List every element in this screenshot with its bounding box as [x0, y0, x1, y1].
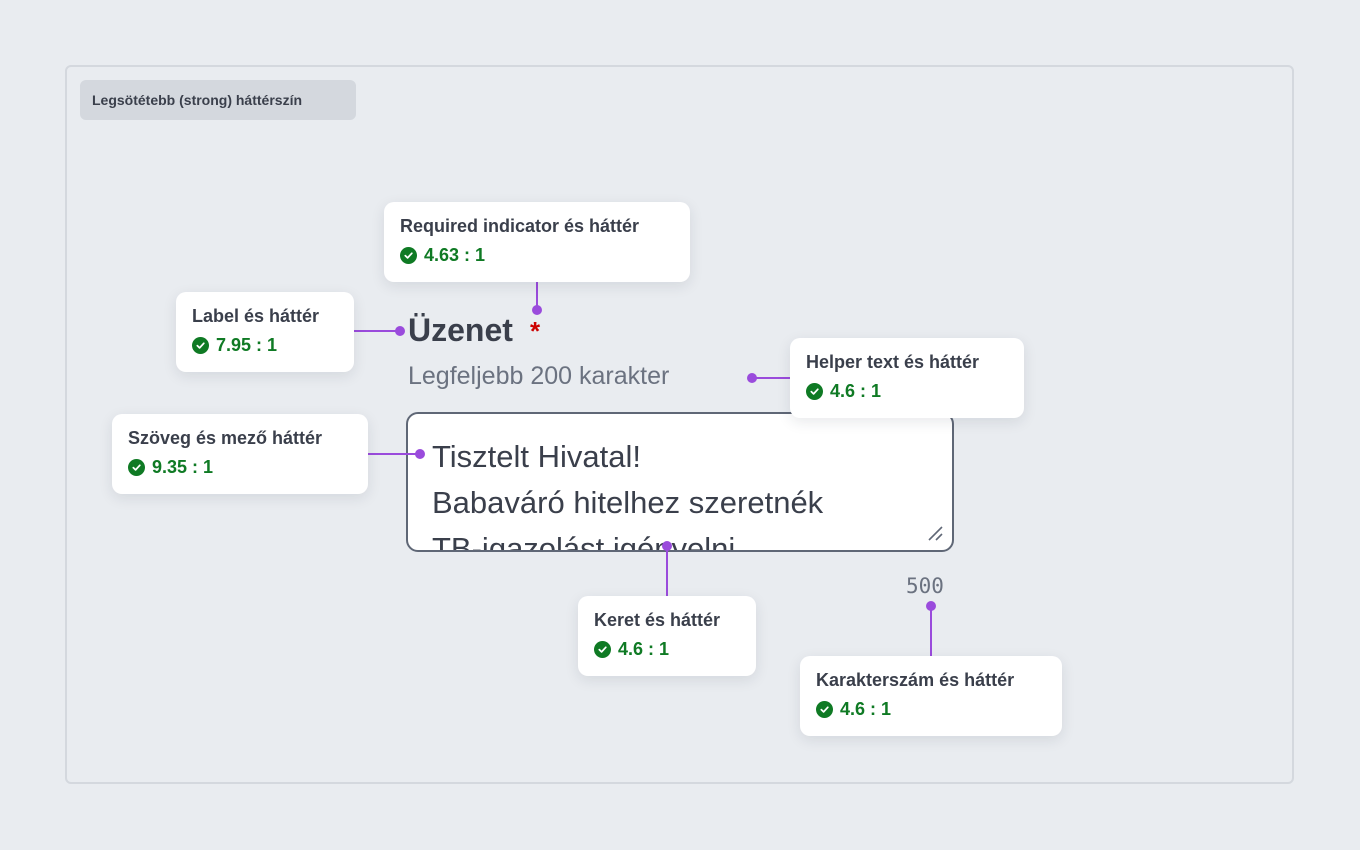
annotation-title: Szöveg és mező háttér: [128, 428, 323, 448]
contrast-ratio-value: 4.6 : 1: [830, 381, 882, 401]
annotation-title: Karakterszám és háttér: [816, 670, 1015, 690]
check-circle-icon: [816, 701, 833, 718]
contrast-ratio-value: 4.6 : 1: [840, 699, 892, 719]
annotation-text: Szöveg és mező háttér 9.35 : 1: [112, 414, 368, 494]
connector-dot-helper: [747, 373, 757, 383]
contrast-ratio-value: 9.35 : 1: [152, 457, 214, 477]
check-circle-icon: [806, 383, 823, 400]
frame-tag: Legsötétebb (strong) háttérszín: [80, 80, 356, 120]
annotation-label: Label és háttér 7.95 : 1: [176, 292, 354, 372]
connector-helper: [752, 377, 790, 379]
contrast-ratio: 4.6 : 1: [816, 699, 1046, 720]
connector-dot-required: [532, 305, 542, 315]
check-circle-icon: [128, 459, 145, 476]
connector-dot-label: [395, 326, 405, 336]
connector-dot-border: [662, 541, 672, 551]
annotation-required: Required indicator és háttér 4.63 : 1: [384, 202, 690, 282]
contrast-ratio: 4.6 : 1: [594, 639, 740, 660]
contrast-ratio: 9.35 : 1: [128, 457, 352, 478]
annotation-title: Helper text és háttér: [806, 352, 980, 372]
annotation-title: Required indicator és háttér: [400, 216, 640, 236]
check-circle-icon: [594, 641, 611, 658]
message-textarea[interactable]: Tisztelt Hivatal! Babaváró hitelhez szer…: [406, 412, 954, 552]
annotation-helper: Helper text és háttér 4.6 : 1: [790, 338, 1024, 418]
textarea-content: Tisztelt Hivatal! Babaváró hitelhez szer…: [432, 434, 824, 552]
contrast-ratio: 7.95 : 1: [192, 335, 338, 356]
annotation-counter: Karakterszám és háttér 4.6 : 1: [800, 656, 1062, 736]
textarea-line: TB-igazolást igényelni.: [432, 531, 744, 552]
character-counter: 500: [906, 574, 944, 598]
check-circle-icon: [192, 337, 209, 354]
resize-handle-icon[interactable]: [926, 524, 944, 542]
textarea-line: Tisztelt Hivatal!: [432, 439, 642, 474]
connector-label: [354, 330, 400, 332]
connector-border: [666, 546, 668, 596]
contrast-ratio: 4.63 : 1: [400, 245, 674, 266]
connector-text: [368, 453, 420, 455]
contrast-ratio: 4.6 : 1: [806, 381, 1008, 402]
contrast-ratio-value: 7.95 : 1: [216, 335, 278, 355]
required-indicator: *: [530, 316, 541, 346]
contrast-ratio-value: 4.6 : 1: [618, 639, 670, 659]
helper-text: Legfeljebb 200 karakter: [408, 362, 670, 390]
check-circle-icon: [400, 247, 417, 264]
connector-dot-counter: [926, 601, 936, 611]
connector-counter: [930, 606, 932, 656]
annotation-title: Label és háttér: [192, 306, 320, 326]
field-label: Üzenet: [408, 312, 513, 348]
connector-dot-text: [415, 449, 425, 459]
annotation-border: Keret és háttér 4.6 : 1: [578, 596, 756, 676]
annotation-title: Keret és háttér: [594, 610, 721, 630]
contrast-ratio-value: 4.63 : 1: [424, 245, 486, 265]
textarea-line: Babaváró hitelhez szeretnék: [432, 485, 824, 520]
